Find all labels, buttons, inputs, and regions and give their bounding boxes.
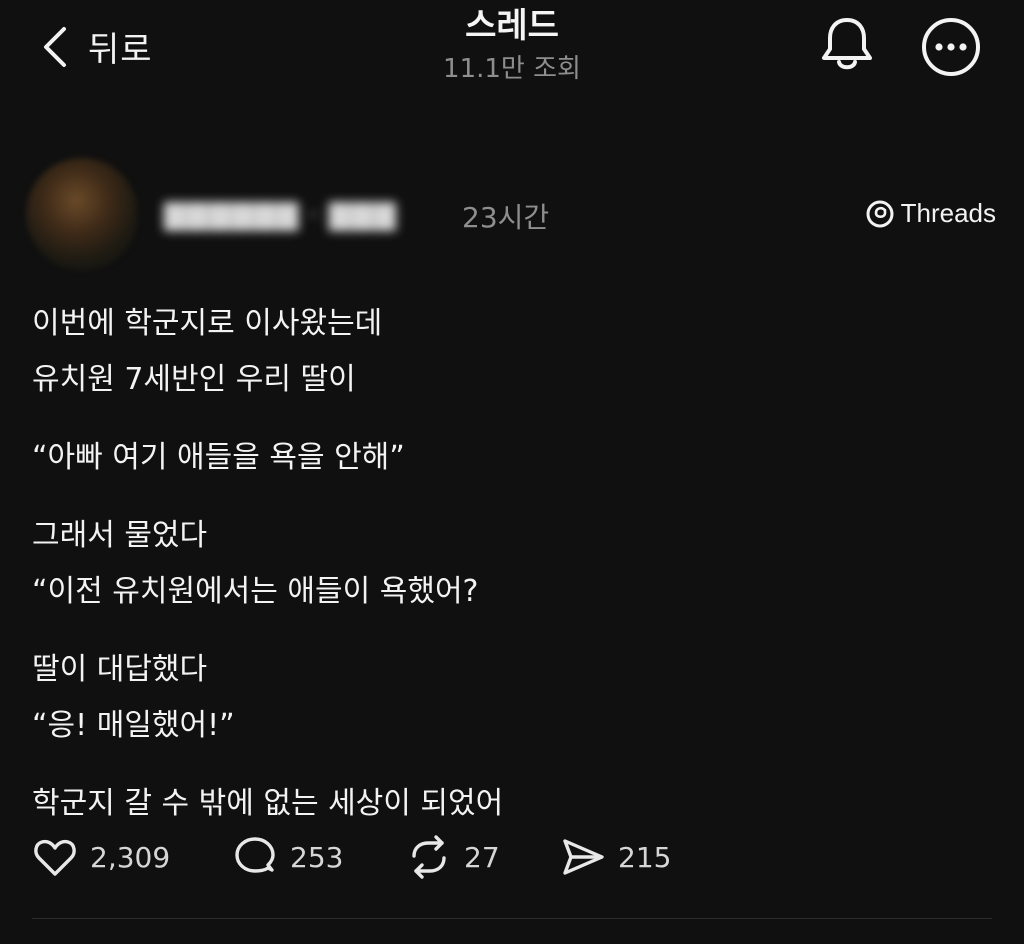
- post-line: 학군지 갈 수 밖에 없는 세상이 되었어: [32, 786, 504, 821]
- like-button[interactable]: 2,309: [32, 834, 232, 880]
- repost-count: 27: [464, 840, 500, 874]
- threads-badge-label: Threads: [900, 198, 996, 228]
- share-button[interactable]: 215: [560, 834, 671, 880]
- heart-icon: [34, 839, 76, 876]
- post-line: 유치원 7세반인 우리 딸이: [32, 362, 356, 397]
- username-blurred[interactable]: ▇▇▇▇▇▇ · ▇▇▇: [164, 198, 397, 231]
- author-row: ▇▇▇▇▇▇ · ▇▇▇ 23시간 Threads: [26, 158, 996, 270]
- more-icon[interactable]: [920, 16, 982, 78]
- post-body: 이번에 학군지로 이사왔는데 유치원 7세반인 우리 딸이 “아빠 여기 애들을…: [32, 296, 992, 854]
- comment-button[interactable]: 253: [232, 834, 406, 880]
- top-bar: 뒤로 스레드 11.1만 조회: [0, 0, 1024, 100]
- repost-button[interactable]: 27: [406, 834, 560, 880]
- post-time: 23시간: [462, 201, 550, 234]
- divider: [32, 918, 992, 919]
- action-bar: 2,309 253 27 215: [32, 834, 671, 880]
- like-count: 2,309: [90, 840, 171, 874]
- post-line: 딸이 대답했다: [32, 652, 208, 687]
- post-paragraph: 학군지 갈 수 밖에 없는 세상이 되었어: [32, 776, 992, 832]
- post-line: “응! 매일했어!”: [32, 708, 235, 743]
- send-icon: [563, 839, 604, 875]
- avatar[interactable]: [26, 158, 138, 270]
- repost-icon: [412, 835, 446, 879]
- post-paragraph: 딸이 대답했다 “응! 매일했어!”: [32, 642, 992, 754]
- post-line: “이전 유치원에서는 애들이 욕했어?: [32, 574, 479, 609]
- threads-logo-icon: [866, 200, 894, 227]
- comment-icon: [235, 837, 275, 873]
- comment-count: 253: [290, 840, 344, 874]
- share-count: 215: [618, 840, 672, 874]
- threads-badge: Threads: [865, 198, 996, 229]
- post-paragraph: 이번에 학군지로 이사왔는데 유치원 7세반인 우리 딸이: [32, 296, 992, 408]
- post-line: 그래서 물었다: [32, 518, 208, 553]
- post-paragraph: “아빠 여기 애들을 욕을 안해”: [32, 430, 992, 486]
- post-line: “아빠 여기 애들을 욕을 안해”: [32, 440, 405, 475]
- bell-icon[interactable]: [818, 14, 876, 76]
- post-paragraph: 그래서 물었다 “이전 유치원에서는 애들이 욕했어?: [32, 508, 992, 620]
- post-line: 이번에 학군지로 이사왔는데: [32, 306, 383, 341]
